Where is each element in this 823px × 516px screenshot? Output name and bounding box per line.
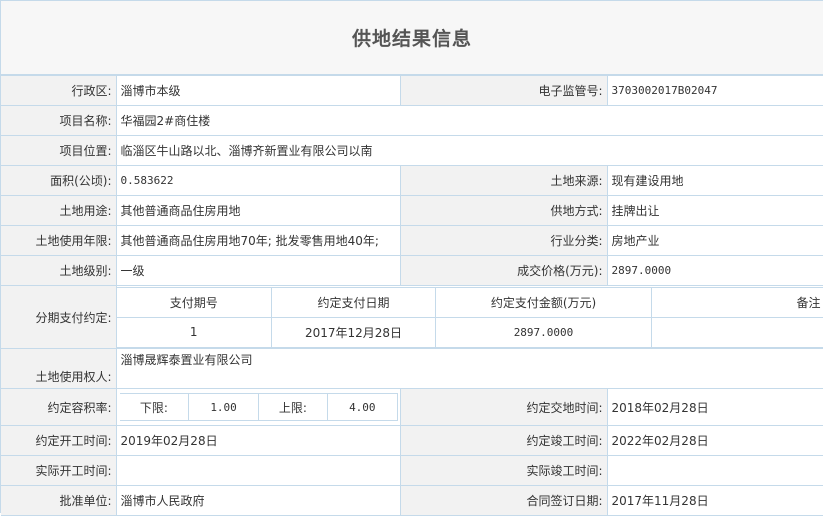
land-use-label: 土地用途: [1, 196, 116, 226]
approver-label: 批准单位: [1, 486, 116, 516]
row-land-use: 土地用途: 其他普通商品住房用地 供地方式: 挂牌出让 [1, 196, 823, 226]
row-area: 面积(公顷): 0.583622 土地来源: 现有建设用地 [1, 166, 823, 196]
installment-no: 1 [117, 317, 272, 347]
row-term: 土地使用年限: 其他普通商品住房用地70年; 批发零售用地40年; 行业分类: … [1, 226, 823, 256]
header-date: 约定支付日期 [272, 287, 436, 317]
far-cell: 下限: 1.00 上限: 4.00 [116, 389, 400, 426]
installment-label: 分期支付约定: [1, 286, 116, 349]
installment-note [652, 317, 823, 347]
far-lower-value: 1.00 [189, 394, 258, 421]
term-label: 土地使用年限: [1, 226, 116, 256]
land-grade-label: 土地级别: [1, 256, 116, 286]
land-user-value: 淄博晟辉泰置业有限公司 [116, 349, 823, 389]
actual-start-label: 实际开工时间: [1, 456, 116, 486]
row-location: 项目位置: 临淄区牛山路以北、淄博齐新置业有限公司以南 [1, 136, 823, 166]
location-value: 临淄区牛山路以北、淄博齐新置业有限公司以南 [116, 136, 823, 166]
industry-value: 房地产业 [607, 226, 823, 256]
handover-label: 约定交地时间: [400, 389, 607, 426]
row-land-user: 土地使用权人: 淄博晟辉泰置业有限公司 [1, 349, 823, 389]
contract-date-label: 合同签订日期: [400, 486, 607, 516]
land-grade-value: 一级 [116, 256, 400, 286]
start-value: 2019年02月28日 [116, 426, 400, 456]
complete-value: 2022年02月28日 [607, 426, 823, 456]
installment-cell: 支付期号 约定支付日期 约定支付金额(万元) 备注 1 2017年12月28日 … [116, 286, 823, 349]
installment-table: 支付期号 约定支付日期 约定支付金额(万元) 备注 1 2017年12月28日 … [117, 287, 823, 348]
installment-date: 2017年12月28日 [272, 317, 436, 347]
land-supply-result-sheet: 供地结果信息 行政区: 淄博市本级 电子监管号: 3703002017B0204… [0, 0, 823, 513]
far-upper-value: 4.00 [328, 394, 397, 421]
installment-amount: 2897.0000 [436, 317, 652, 347]
row-grade: 土地级别: 一级 成交价格(万元): 2897.0000 [1, 256, 823, 286]
header-amount: 约定支付金额(万元) [436, 287, 652, 317]
row-far: 约定容积率: 下限: 1.00 上限: 4.00 约定交地时间: 2018年02… [1, 389, 823, 426]
land-source-value: 现有建设用地 [607, 166, 823, 196]
start-label: 约定开工时间: [1, 426, 116, 456]
district-label: 行政区: [1, 76, 116, 106]
area-value: 0.583622 [116, 166, 400, 196]
row-project-name: 项目名称: 华福园2#商住楼 [1, 106, 823, 136]
row-district: 行政区: 淄博市本级 电子监管号: 3703002017B02047 [1, 76, 823, 106]
far-lower-label: 下限: [120, 394, 189, 421]
supervision-value: 3703002017B02047 [607, 76, 823, 106]
supervision-label: 电子监管号: [400, 76, 607, 106]
district-value: 淄博市本级 [116, 76, 400, 106]
row-start: 约定开工时间: 2019年02月28日 约定竣工时间: 2022年02月28日 [1, 426, 823, 456]
land-user-label: 土地使用权人: [1, 349, 116, 389]
actual-start-value [116, 456, 400, 486]
industry-label: 行业分类: [400, 226, 607, 256]
complete-label: 约定竣工时间: [400, 426, 607, 456]
location-label: 项目位置: [1, 136, 116, 166]
supply-method-value: 挂牌出让 [607, 196, 823, 226]
title-bar: 供地结果信息 [1, 1, 823, 75]
info-table: 行政区: 淄博市本级 电子监管号: 3703002017B02047 项目名称:… [1, 75, 823, 516]
area-label: 面积(公顷): [1, 166, 116, 196]
contract-date-value: 2017年11月28日 [607, 486, 823, 516]
project-name-label: 项目名称: [1, 106, 116, 136]
price-value: 2897.0000 [607, 256, 823, 286]
row-approver: 批准单位: 淄博市人民政府 合同签订日期: 2017年11月28日 [1, 486, 823, 516]
header-note: 备注 [652, 287, 823, 317]
handover-value: 2018年02月28日 [607, 389, 823, 426]
installment-header-row: 支付期号 约定支付日期 约定支付金额(万元) 备注 [117, 287, 823, 317]
far-upper-label: 上限: [258, 394, 327, 421]
price-label: 成交价格(万元): [400, 256, 607, 286]
far-label: 约定容积率: [1, 389, 116, 426]
supply-method-label: 供地方式: [400, 196, 607, 226]
row-installments: 分期支付约定: 支付期号 约定支付日期 约定支付金额(万元) 备注 [1, 286, 823, 349]
approver-value: 淄博市人民政府 [116, 486, 400, 516]
term-value: 其他普通商品住房用地70年; 批发零售用地40年; [116, 226, 400, 256]
installment-row: 1 2017年12月28日 2897.0000 [117, 317, 823, 347]
land-use-value: 其他普通商品住房用地 [116, 196, 400, 226]
actual-complete-label: 实际竣工时间: [400, 456, 607, 486]
row-actual: 实际开工时间: 实际竣工时间: [1, 456, 823, 486]
far-table: 下限: 1.00 上限: 4.00 [120, 393, 398, 421]
page-title: 供地结果信息 [352, 24, 472, 51]
land-source-label: 土地来源: [400, 166, 607, 196]
actual-complete-value [607, 456, 823, 486]
project-name-value: 华福园2#商住楼 [116, 106, 823, 136]
header-period: 支付期号 [117, 287, 272, 317]
